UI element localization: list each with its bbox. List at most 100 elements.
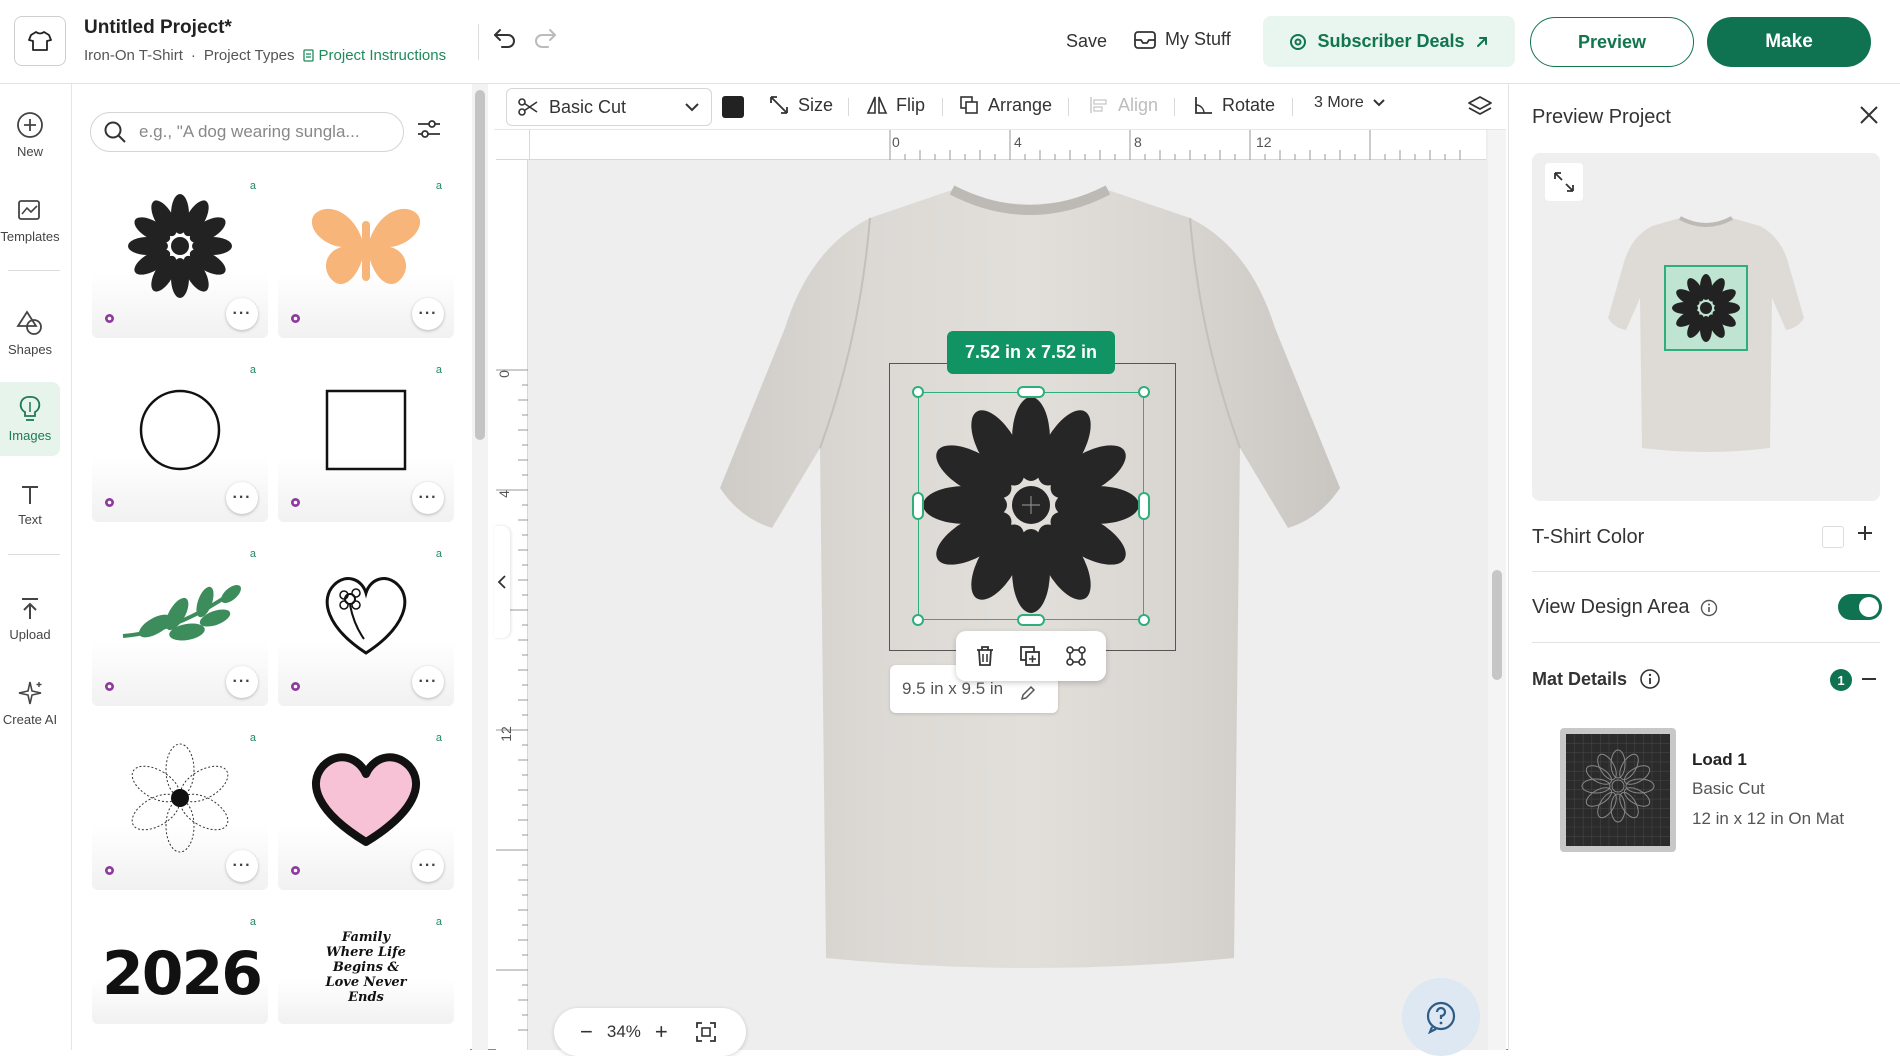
group-nodes-icon[interactable] [1063, 643, 1089, 669]
fit-to-screen-icon[interactable] [694, 1020, 718, 1044]
resize-handle[interactable] [1017, 386, 1045, 398]
subscriber-deals-button[interactable]: Subscriber Deals [1263, 16, 1515, 67]
resize-handle[interactable] [1138, 614, 1150, 626]
rail-item-create-ai[interactable]: Create AI [0, 666, 60, 740]
make-button[interactable]: Make [1707, 17, 1871, 67]
zoom-in-button[interactable]: + [655, 1019, 668, 1045]
align-button[interactable]: Align [1088, 94, 1158, 116]
close-icon[interactable] [1858, 104, 1880, 126]
rail-item-images[interactable]: Images [0, 382, 60, 456]
trash-icon[interactable] [973, 644, 997, 668]
ruler-top-label: 12 [1256, 134, 1272, 150]
arrange-button[interactable]: Arrange [958, 94, 1052, 116]
panel-scrollbar[interactable] [472, 84, 488, 1050]
rail-label: Upload [9, 627, 51, 642]
image-tile-family-quote[interactable]: a Family Where Life Begins & Love Never … [278, 912, 454, 1024]
rail-item-upload[interactable]: Upload [0, 582, 60, 656]
size-button[interactable]: Size [768, 94, 833, 116]
rail-item-text[interactable]: Text [0, 468, 60, 542]
layers-icon[interactable] [1467, 94, 1493, 120]
zoom-out-button[interactable]: − [580, 1019, 593, 1045]
panel-scroll-thumb[interactable] [475, 90, 485, 440]
resize-handle[interactable] [912, 386, 924, 398]
rail-item-new[interactable]: New [0, 98, 60, 172]
image-tile-2026[interactable]: a 2026 [92, 912, 268, 1024]
info-icon[interactable] [1700, 599, 1718, 617]
help-button[interactable] [1402, 978, 1480, 1056]
image-tile-butterfly[interactable]: a ··· [278, 176, 454, 338]
resize-handle[interactable] [1138, 492, 1150, 520]
rail-item-shapes[interactable]: Shapes [0, 296, 60, 370]
preview-button[interactable]: Preview [1530, 17, 1694, 67]
expand-icon [1554, 172, 1574, 192]
resize-handle[interactable] [1017, 614, 1045, 626]
image-tile-pink-heart[interactable]: a ··· [278, 728, 454, 890]
image-tile-flower[interactable]: a ··· [92, 176, 268, 338]
filter-icon[interactable] [416, 118, 442, 140]
project-instructions-link[interactable]: Project Instructions [302, 47, 446, 64]
more-options-button[interactable]: ··· [226, 850, 258, 882]
expand-preview-button[interactable] [1545, 163, 1583, 201]
ruler-top-label: 0 [892, 134, 900, 150]
flip-button[interactable]: Flip [866, 94, 925, 116]
color-swatch[interactable] [722, 96, 744, 118]
resize-handle[interactable] [1138, 386, 1150, 398]
image-tile-heart-flower[interactable]: a ··· [278, 544, 454, 706]
more-tools-button[interactable]: 3 More [1314, 94, 1386, 112]
collapse-panel-button[interactable] [494, 526, 510, 638]
ruler-top-ticks [889, 130, 1461, 160]
canvas-scrollbar[interactable] [1488, 130, 1506, 1050]
duplicate-icon[interactable] [1018, 644, 1042, 668]
mat-thumbnail[interactable] [1560, 728, 1676, 852]
project-type-button[interactable] [14, 16, 66, 66]
image-tile-square[interactable]: a ··· [278, 360, 454, 522]
rail-label: Text [18, 512, 42, 527]
rail-label: Shapes [7, 342, 53, 357]
undo-icon[interactable] [492, 26, 518, 48]
subtitle-separator: · [190, 47, 196, 64]
premium-badge-icon [105, 866, 114, 875]
project-types-link[interactable]: Project Types [204, 47, 295, 64]
image-tile-circle[interactable]: a ··· [92, 360, 268, 522]
tshirt-color-swatch[interactable] [1822, 526, 1844, 548]
premium-badge-icon [105, 314, 114, 323]
add-color-icon[interactable] [1856, 524, 1874, 542]
mat-count-badge: 1 [1830, 669, 1852, 691]
collapse-mat-details-button[interactable] [1862, 678, 1876, 680]
pink-heart-image [311, 753, 421, 846]
more-options-button[interactable]: ··· [412, 298, 444, 330]
project-title[interactable]: Untitled Project* [84, 17, 232, 39]
more-options-button[interactable]: ··· [412, 666, 444, 698]
redo-icon[interactable] [532, 26, 558, 48]
images-panel: e.g., "A dog wearing sungla... a ··· a ·… [72, 84, 470, 1050]
sparkle-icon [18, 681, 42, 705]
canvas-scroll-thumb[interactable] [1492, 570, 1502, 680]
image-tile-dotted-flower[interactable]: a ··· [92, 728, 268, 890]
ruler-left-label: 12 [497, 726, 514, 742]
resize-handle[interactable] [912, 492, 924, 520]
info-icon[interactable] [1639, 668, 1661, 690]
scissors-icon [518, 98, 538, 116]
selection-box[interactable] [918, 392, 1144, 620]
rotate-button[interactable]: Rotate [1192, 94, 1275, 116]
align-label: Align [1118, 94, 1159, 115]
view-design-area-toggle[interactable] [1838, 594, 1882, 620]
project-subtitle: Iron-On T-Shirt · Project Types Project … [84, 47, 446, 64]
my-stuff-button[interactable]: My Stuff [1133, 29, 1231, 50]
more-options-button[interactable]: ··· [412, 482, 444, 514]
rail-item-templates[interactable]: Templates [0, 184, 60, 258]
operation-dropdown[interactable]: Basic Cut [506, 88, 712, 126]
save-button[interactable]: Save [1066, 31, 1107, 52]
dotted-flower-image [131, 743, 229, 853]
image-tile-leaf[interactable]: a ··· [92, 544, 268, 706]
more-options-button[interactable]: ··· [226, 666, 258, 698]
more-options-button[interactable]: ··· [226, 482, 258, 514]
more-options-button[interactable]: ··· [412, 850, 444, 882]
mat-details-row[interactable]: Mat Details [1532, 668, 1661, 690]
ruler-left-label: 0 [495, 370, 512, 378]
operation-label: Basic Cut [549, 96, 627, 117]
image-search-input[interactable]: e.g., "A dog wearing sungla... [90, 112, 404, 152]
more-options-button[interactable]: ··· [226, 298, 258, 330]
chevron-left-icon [497, 575, 506, 589]
resize-handle[interactable] [912, 614, 924, 626]
